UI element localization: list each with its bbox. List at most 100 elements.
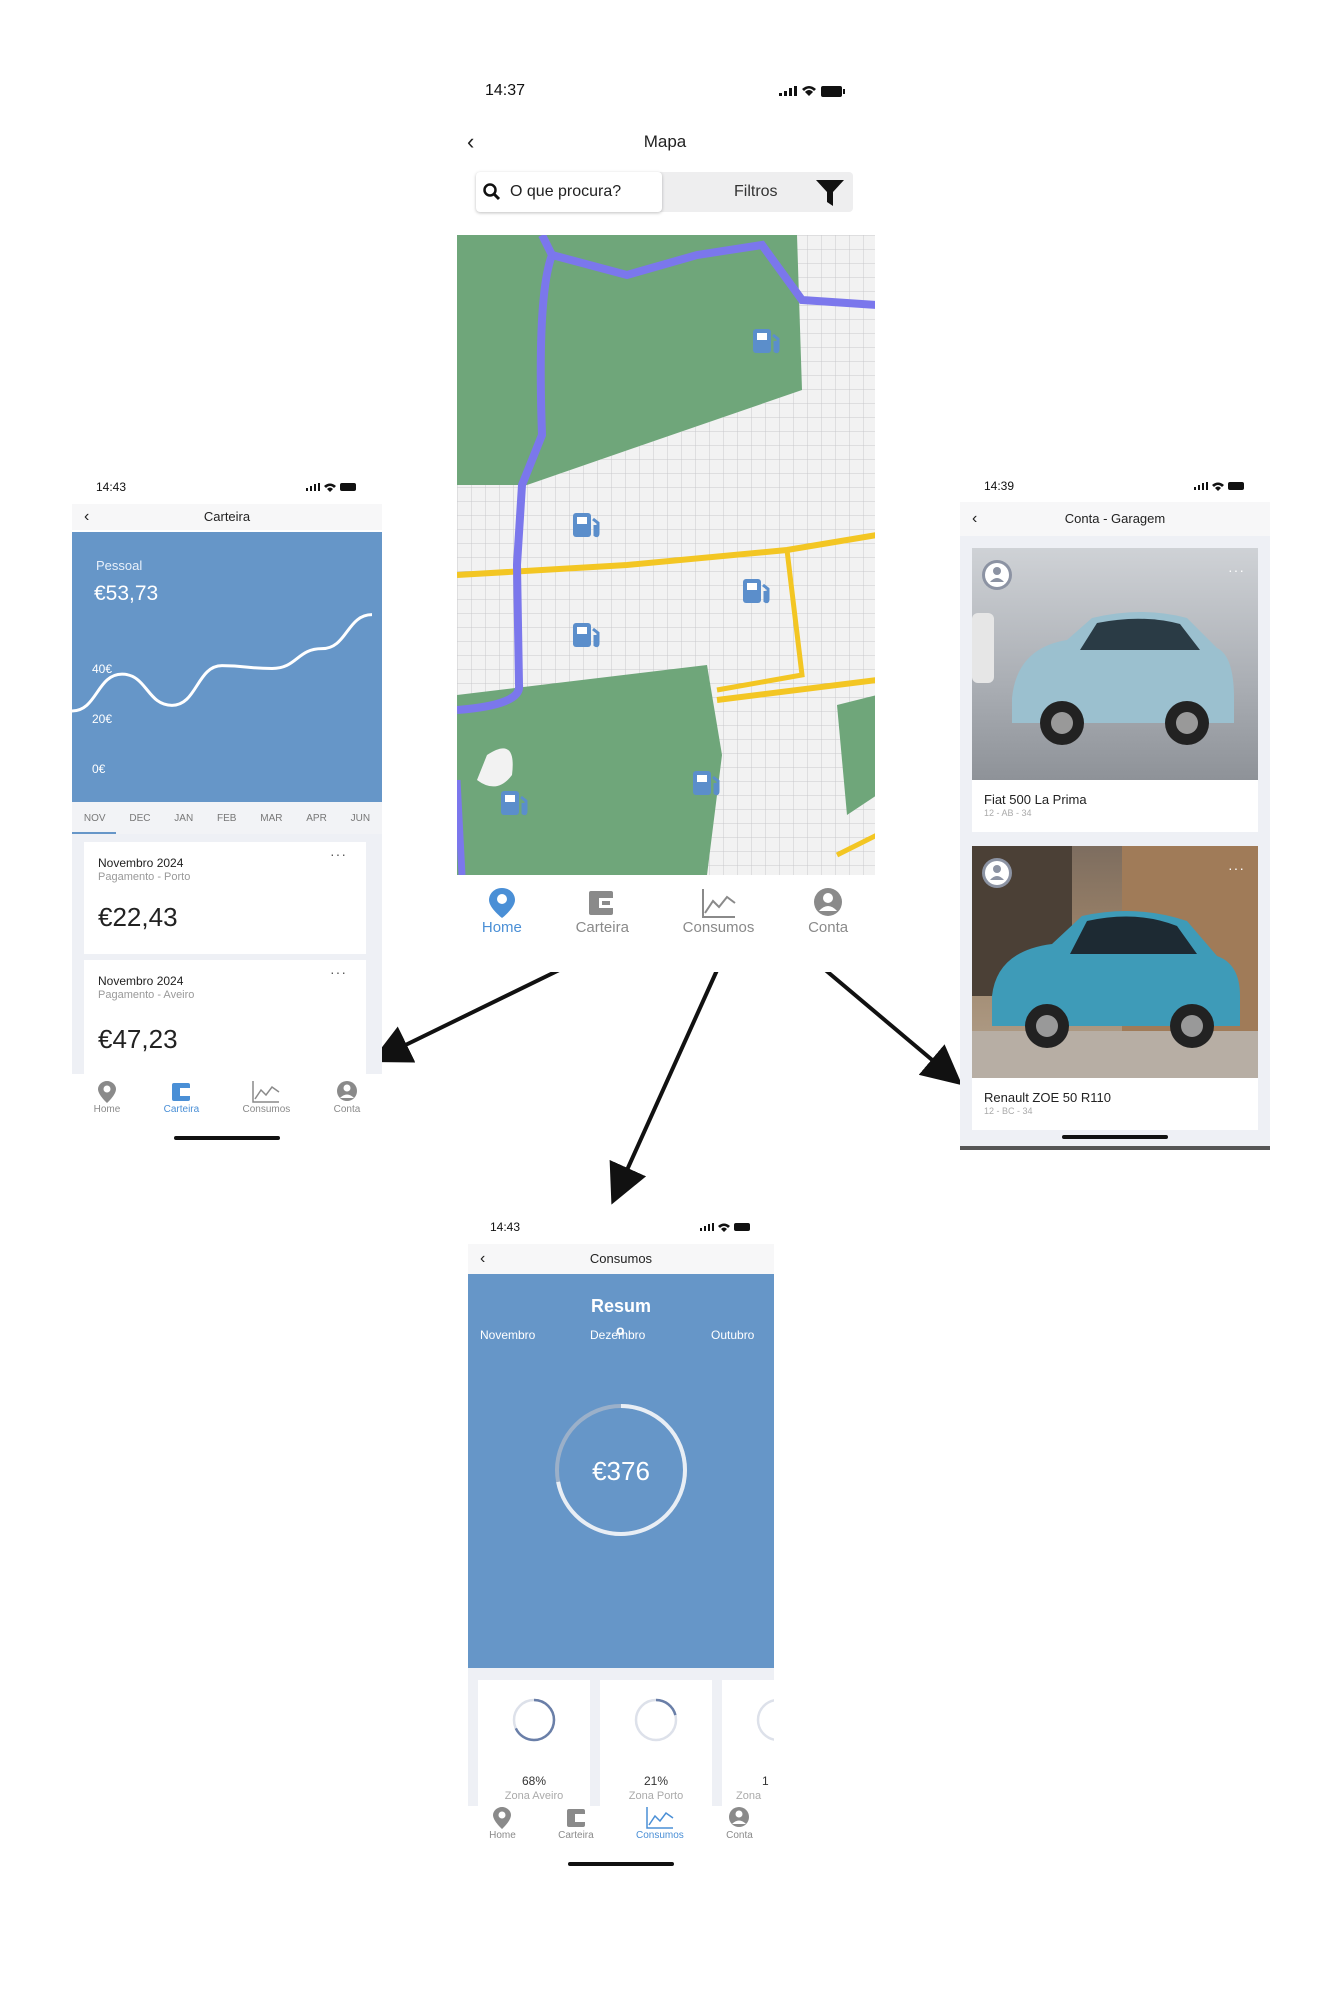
- garage-screen: 14:39 ‹ Conta - Garagem ··· Fiat 500 La …: [960, 470, 1270, 1150]
- more-options-icon[interactable]: ···: [330, 846, 347, 862]
- charging-station-icon[interactable]: [749, 323, 783, 362]
- month-tab[interactable]: Dezembro: [590, 1328, 645, 1342]
- zone-progress-ring: [512, 1698, 556, 1742]
- zone-progress-ring: [756, 1698, 774, 1742]
- month-label[interactable]: DEC: [129, 813, 150, 824]
- consumption-header: ‹ Consumos: [468, 1244, 774, 1274]
- car-plate: 12 - AB - 34: [984, 808, 1032, 818]
- map-canvas[interactable]: [457, 235, 875, 875]
- wifi-icon: [1212, 482, 1224, 491]
- tab-label: Conta: [808, 919, 849, 936]
- status-time: 14:43: [96, 480, 127, 494]
- zone-card[interactable]: 21% Zona Porto: [600, 1680, 712, 1814]
- charging-station-icon[interactable]: [569, 507, 603, 546]
- tab-consumos[interactable]: Consumos: [243, 1080, 290, 1126]
- entry-month: Novembro 2024: [98, 974, 184, 988]
- zone-percent: 21%: [643, 1774, 669, 1788]
- zone-progress-ring: [634, 1698, 678, 1742]
- tab-conta[interactable]: Conta: [808, 887, 848, 957]
- total-value: €376: [592, 1456, 650, 1486]
- tab-home[interactable]: Home: [93, 1080, 121, 1126]
- ring-track: [756, 1699, 774, 1741]
- avatar[interactable]: [982, 858, 1012, 888]
- tab-carteira[interactable]: Carteira: [576, 887, 629, 957]
- tab-carteira[interactable]: Carteira: [164, 1080, 199, 1126]
- status-bar: 14:43: [468, 1220, 774, 1234]
- tab-label: Home: [93, 1104, 121, 1115]
- tab-bar: Home Carteira Consumos Conta: [468, 1806, 774, 1852]
- balance-line-chart: [72, 613, 373, 713]
- battery-icon: [734, 1223, 750, 1231]
- map-pin-icon: [97, 1081, 116, 1103]
- month-label[interactable]: JAN: [174, 813, 193, 824]
- signal-icon: [700, 1223, 714, 1231]
- signal-icon: [779, 86, 797, 96]
- search-bar: O que procura? Filtros: [476, 172, 853, 212]
- map-screen: 14:37 ‹ Mapa O que procura? Filtros Home…: [455, 72, 875, 972]
- status-bar: 14:43: [72, 480, 382, 494]
- charging-station-icon[interactable]: [689, 765, 723, 804]
- garage-header: ‹ Conta - Garagem: [960, 502, 1270, 536]
- map-view[interactable]: [457, 235, 875, 875]
- back-button[interactable]: ‹: [84, 504, 89, 530]
- balance-panel: Pessoal €53,73 40€ 20€ 0€: [72, 532, 382, 802]
- back-button[interactable]: ‹: [467, 127, 474, 157]
- filter-icon[interactable]: [816, 180, 844, 206]
- more-options-icon[interactable]: ···: [1228, 562, 1245, 578]
- month-label[interactable]: APR: [306, 813, 327, 824]
- more-options-icon[interactable]: ···: [330, 964, 347, 980]
- zone-card[interactable]: 68% Zona Aveiro: [478, 1680, 590, 1814]
- page-title: Consumos: [589, 1251, 653, 1266]
- avatar[interactable]: [982, 560, 1012, 590]
- map-pin-icon: [493, 1807, 512, 1829]
- wallet-icon: [566, 1809, 585, 1827]
- charging-station-icon[interactable]: [497, 785, 531, 824]
- signal-icon: [1194, 482, 1208, 490]
- zone-label: Zona Porto: [628, 1790, 684, 1802]
- chart-icon: [646, 1807, 674, 1829]
- month-label[interactable]: NOV: [84, 813, 106, 824]
- search-icon: [483, 183, 501, 201]
- wifi-icon: [324, 483, 336, 492]
- tab-conta[interactable]: Conta: [334, 1080, 360, 1126]
- tab-carteira[interactable]: Carteira: [558, 1806, 594, 1852]
- filter-label[interactable]: Filtros: [734, 183, 778, 201]
- tab-consumos[interactable]: Consumos: [682, 887, 755, 957]
- tab-conta[interactable]: Conta: [726, 1806, 753, 1852]
- entry-card[interactable]: Novembro 2024 Pagamento - Aveiro €47,23 …: [84, 960, 366, 1074]
- more-options-icon[interactable]: ···: [1228, 860, 1245, 876]
- month-label[interactable]: MAR: [260, 813, 282, 824]
- tab-label: Consumos: [682, 919, 755, 936]
- month-label[interactable]: FEB: [217, 813, 236, 824]
- page-title: Carteira: [203, 509, 251, 524]
- month-tab[interactable]: Novembro: [480, 1328, 535, 1342]
- charging-station-icon[interactable]: [569, 617, 603, 656]
- search-input[interactable]: O que procura?: [476, 172, 662, 212]
- charging-station-icon[interactable]: [739, 573, 773, 612]
- tab-consumos[interactable]: Consumos: [636, 1806, 684, 1852]
- wifi-icon: [718, 1223, 730, 1232]
- month-label[interactable]: JUN: [351, 813, 370, 824]
- car-card[interactable]: ··· Renault ZOE 50 R110 12 - BC - 34: [972, 846, 1258, 1130]
- zone-label: Zona Aveiro: [504, 1790, 564, 1802]
- zone-label: Zona: [736, 1790, 762, 1802]
- tab-label: Consumos: [636, 1830, 684, 1841]
- arrow-to-consumos: [609, 967, 720, 1205]
- arrow-to-conta: [821, 966, 963, 1086]
- back-button[interactable]: ‹: [972, 502, 977, 536]
- entry-card[interactable]: Novembro 2024 Pagamento - Porto €22,43 ·…: [84, 842, 366, 954]
- user-icon: [814, 888, 843, 916]
- zone-card[interactable]: 1 Zona: [722, 1680, 774, 1814]
- search-placeholder: O que procura?: [510, 183, 622, 200]
- signal-icon: [306, 483, 320, 491]
- home-indicator: [1062, 1135, 1168, 1139]
- month-tab[interactable]: Outubro: [711, 1328, 754, 1342]
- back-button[interactable]: ‹: [480, 1244, 485, 1274]
- account-label: Pessoal: [96, 558, 143, 573]
- tab-home[interactable]: Home: [482, 887, 522, 957]
- tab-home[interactable]: Home: [489, 1806, 516, 1852]
- car-card[interactable]: ··· Fiat 500 La Prima 12 - AB - 34: [972, 548, 1258, 832]
- page-title: Mapa: [643, 132, 687, 151]
- tab-label: Conta: [726, 1830, 753, 1841]
- battery-icon: [340, 483, 356, 491]
